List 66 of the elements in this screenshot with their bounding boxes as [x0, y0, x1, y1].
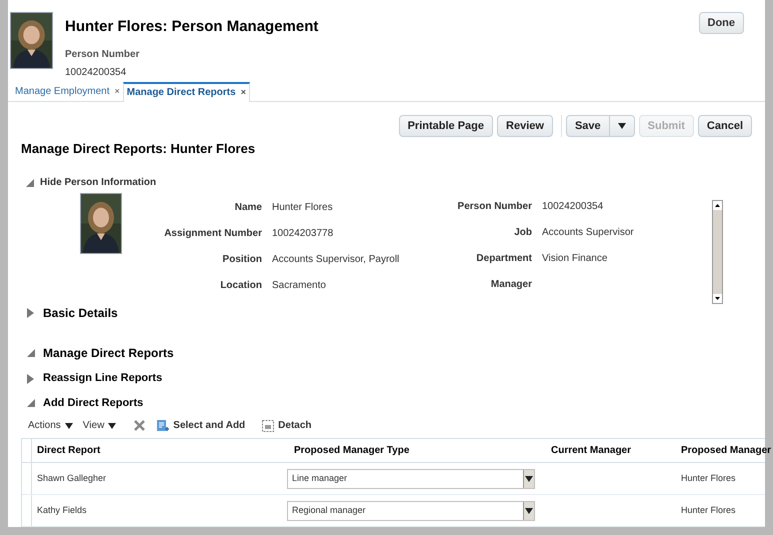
caret-icon [525, 476, 533, 482]
field-label: Assignment Number [163, 227, 262, 242]
manager-type-dropdown[interactable]: Line manager [287, 468, 535, 488]
section-title[interactable]: Basic Details [43, 304, 118, 322]
actions-menu[interactable]: Actions [28, 418, 73, 434]
column-header: Proposed Manager Type [293, 444, 410, 458]
field-label: Location [219, 279, 262, 294]
field-label: Manager [490, 278, 532, 292]
toolbar-button[interactable]: Cancel [698, 114, 752, 137]
caret-icon [64, 422, 73, 429]
person-number-label: Person Number [65, 48, 140, 62]
column-header: Proposed Manager [680, 444, 772, 458]
field-value: Accounts Supervisor [542, 226, 635, 240]
field-value: Accounts Supervisor, Payroll [272, 253, 400, 268]
field-value: Hunter Flores [272, 201, 334, 216]
save-button[interactable]: Save [566, 114, 610, 137]
section-title[interactable]: Add Direct Reports [43, 394, 144, 412]
done-button[interactable]: Done [698, 12, 744, 34]
tab-label: Manage Direct Reports [126, 86, 236, 100]
field-label: Name [234, 201, 262, 216]
tab[interactable]: Manage Direct Reports × [122, 82, 250, 102]
section-toggle[interactable]: Hide Person Information [40, 175, 156, 190]
field-label: Position [222, 253, 262, 268]
table-cell-text: Shawn Gallegher [36, 472, 108, 485]
toolbar-button[interactable]: Review [497, 114, 553, 137]
field-value: 10024203778 [272, 227, 334, 242]
page-header-title: Hunter Flores: Person Management [65, 17, 318, 37]
detach-icon [262, 420, 274, 432]
scroll-up-icon[interactable] [713, 201, 722, 210]
field-label: Department [475, 252, 532, 266]
table-cell-text: Kathy Fields [36, 504, 88, 517]
caret-icon [618, 122, 626, 129]
tab[interactable]: Manage Employment × [12, 82, 123, 101]
section-title[interactable]: Reassign Line Reports [43, 370, 162, 387]
close-icon[interactable]: × [114, 84, 120, 98]
toolbar-button[interactable]: Printable Page [398, 114, 494, 137]
collapse-triangle-icon[interactable] [26, 178, 34, 187]
field-value: 10024200354 [542, 200, 604, 214]
tab-label: Manage Employment [15, 84, 110, 99]
section-title[interactable]: Manage Direct Reports [43, 344, 174, 362]
detach-button[interactable]: Detach [262, 418, 312, 434]
column-header: Direct Report [36, 444, 102, 458]
view-menu[interactable]: View [82, 418, 116, 434]
table-cell-text: Hunter Flores [680, 504, 737, 517]
field-value: Sacramento [272, 279, 327, 294]
field-value: Vision Finance [542, 252, 608, 266]
list-add-icon [157, 420, 170, 432]
field-label: Job [513, 226, 532, 240]
collapse-triangle-icon[interactable] [27, 349, 35, 358]
select-and-add-button[interactable]: Select and Add [157, 418, 246, 434]
person-number-value: 10024200354 [65, 66, 128, 80]
save-menu-button[interactable] [610, 114, 635, 137]
delete-icon[interactable] [134, 420, 146, 432]
close-icon[interactable]: × [240, 86, 246, 100]
collapse-triangle-icon[interactable] [27, 399, 35, 408]
manager-type-dropdown[interactable]: Regional manager [287, 500, 535, 520]
table-cell-text: Hunter Flores [680, 472, 737, 485]
expand-triangle-icon[interactable] [27, 374, 35, 384]
scrollbar[interactable] [712, 200, 723, 304]
column-header: Current Manager [550, 444, 632, 458]
page-title: Manage Direct Reports: Hunter Flores [21, 140, 256, 158]
scroll-down-icon[interactable] [713, 294, 722, 304]
field-label: Person Number [456, 200, 532, 214]
expand-triangle-icon[interactable] [27, 308, 35, 318]
caret-icon [108, 422, 116, 429]
caret-icon [525, 508, 533, 514]
